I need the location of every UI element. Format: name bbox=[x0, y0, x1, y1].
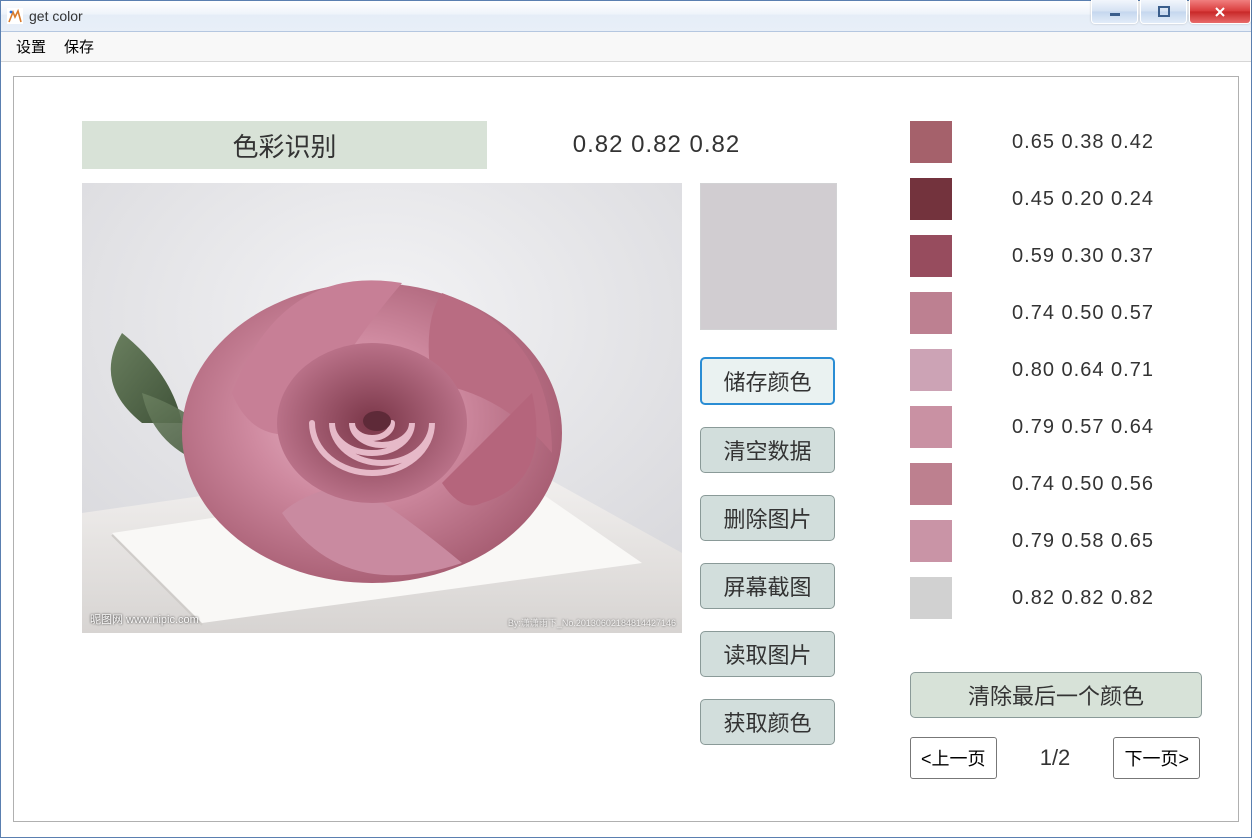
palette-swatch[interactable] bbox=[910, 121, 952, 163]
window-controls bbox=[1089, 0, 1251, 24]
palette-rgb-label: 0.45 0.20 0.24 bbox=[966, 178, 1200, 220]
menu-settings[interactable]: 设置 bbox=[7, 32, 55, 61]
palette-swatch[interactable] bbox=[910, 520, 952, 562]
close-button[interactable] bbox=[1189, 0, 1251, 24]
palette-swatch[interactable] bbox=[910, 178, 952, 220]
palette-rgb-label: 0.59 0.30 0.37 bbox=[966, 235, 1200, 277]
palette-row: 0.80 0.64 0.71 bbox=[910, 349, 1200, 391]
image-view[interactable]: 昵图网 www.nipic.com By:潇潇雨下_No.20130602184… bbox=[82, 183, 682, 633]
app-window: get color 设置 保存 色彩识别 0.82 0.82 0.82 bbox=[0, 0, 1252, 838]
palette-swatch[interactable] bbox=[910, 406, 952, 448]
store-color-button[interactable]: 储存颜色 bbox=[700, 357, 835, 405]
palette-swatch[interactable] bbox=[910, 235, 952, 277]
load-image-button[interactable]: 读取图片 bbox=[700, 631, 835, 677]
palette-rgb-label: 0.79 0.57 0.64 bbox=[966, 406, 1200, 448]
prev-page-button[interactable]: <上一页 bbox=[910, 737, 997, 779]
close-icon bbox=[1213, 5, 1227, 19]
minimize-button[interactable] bbox=[1091, 0, 1138, 24]
menu-save[interactable]: 保存 bbox=[55, 32, 103, 61]
app-icon bbox=[7, 8, 23, 24]
palette-row: 0.82 0.82 0.82 bbox=[910, 577, 1200, 619]
palette-swatch[interactable] bbox=[910, 292, 952, 334]
page-indicator: 1/2 bbox=[1040, 745, 1071, 771]
title-bar: get color bbox=[1, 1, 1251, 32]
screenshot-button[interactable]: 屏幕截图 bbox=[700, 563, 835, 609]
minimize-icon bbox=[1109, 6, 1121, 18]
menu-bar: 设置 保存 bbox=[1, 32, 1251, 62]
palette-row: 0.74 0.50 0.56 bbox=[910, 463, 1200, 505]
panel-title: 色彩识别 bbox=[82, 121, 487, 169]
current-rgb-readout: 0.82 0.82 0.82 bbox=[489, 121, 824, 169]
maximize-icon bbox=[1158, 6, 1170, 18]
current-color-swatch bbox=[700, 183, 837, 330]
palette-row: 0.65 0.38 0.42 bbox=[910, 121, 1200, 163]
next-page-button[interactable]: 下一页> bbox=[1113, 737, 1200, 779]
palette-rgb-label: 0.65 0.38 0.42 bbox=[966, 121, 1200, 163]
loaded-image bbox=[82, 183, 682, 633]
palette-rgb-label: 0.74 0.50 0.56 bbox=[966, 463, 1200, 505]
palette-swatch[interactable] bbox=[910, 577, 952, 619]
palette-row: 0.74 0.50 0.57 bbox=[910, 292, 1200, 334]
palette-swatch[interactable] bbox=[910, 349, 952, 391]
palette-row: 0.79 0.58 0.65 bbox=[910, 520, 1200, 562]
palette-rgb-label: 0.79 0.58 0.65 bbox=[966, 520, 1200, 562]
maximize-button[interactable] bbox=[1140, 0, 1187, 24]
clear-data-button[interactable]: 清空数据 bbox=[700, 427, 835, 473]
palette-rgb-label: 0.82 0.82 0.82 bbox=[966, 577, 1200, 619]
palette-swatch[interactable] bbox=[910, 463, 952, 505]
watermark-left: 昵图网 www.nipic.com bbox=[90, 611, 199, 627]
delete-image-button[interactable]: 删除图片 bbox=[700, 495, 835, 541]
palette-row: 0.45 0.20 0.24 bbox=[910, 178, 1200, 220]
window-title: get color bbox=[29, 8, 83, 24]
palette-list: 0.65 0.38 0.42 0.45 0.20 0.24 0.59 0.30 0.… bbox=[910, 121, 1200, 619]
watermark-right: By:潇潇雨下_No.20130602184814427146 bbox=[508, 616, 676, 629]
pager: <上一页 1/2 下一页> bbox=[910, 737, 1200, 779]
palette-rgb-label: 0.80 0.64 0.71 bbox=[966, 349, 1200, 391]
client-area: 色彩识别 0.82 0.82 0.82 bbox=[13, 76, 1239, 822]
palette-rgb-label: 0.74 0.50 0.57 bbox=[966, 292, 1200, 334]
palette-row: 0.59 0.30 0.37 bbox=[910, 235, 1200, 277]
get-color-button[interactable]: 获取颜色 bbox=[700, 699, 835, 745]
palette-row: 0.79 0.57 0.64 bbox=[910, 406, 1200, 448]
clear-last-color-button[interactable]: 清除最后一个颜色 bbox=[910, 672, 1202, 718]
action-buttons: 储存颜色 清空数据 删除图片 屏幕截图 读取图片 获取颜色 bbox=[700, 357, 835, 745]
